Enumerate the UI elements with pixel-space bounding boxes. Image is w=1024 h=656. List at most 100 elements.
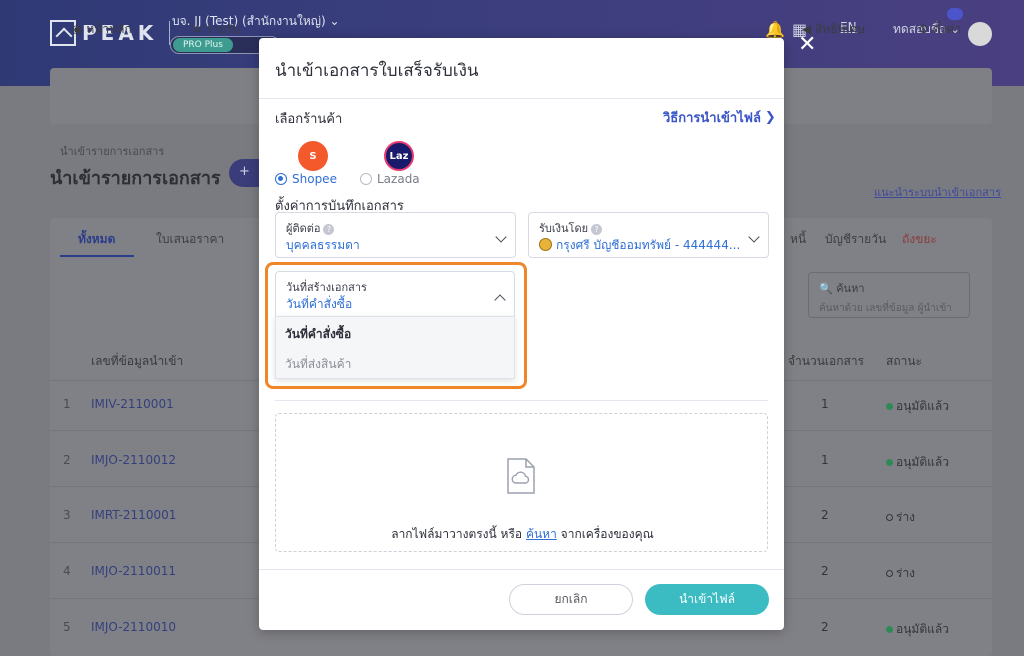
document-date-select[interactable]: วันที่สร้างเอกสาร วันที่คำสั่งซื้อ [275, 271, 515, 317]
status-badge: ร่าง [886, 508, 915, 527]
add-button[interactable]: + [229, 159, 263, 187]
avatar[interactable] [968, 22, 992, 46]
column-doc-no[interactable]: เลขที่ข้อมูลนำเข้า [91, 352, 183, 371]
import-file-button[interactable]: นำเข้าไฟล์ [645, 584, 769, 615]
modal-title: นำเข้าเอกสารใบเสร็จรับเงิน [275, 61, 479, 81]
drop-text-before: ลากไฟล์มาวางตรงนี้ หรือ [391, 527, 523, 541]
notification-badge [947, 8, 963, 20]
row-count: 2 [821, 564, 829, 578]
lazada-logo-icon: Laz [384, 141, 414, 171]
how-to-import-link[interactable]: วิธีการนำเข้าไฟล์ ❯ [663, 107, 776, 128]
status-dot-icon [886, 403, 893, 410]
cloud-file-icon [507, 458, 535, 494]
chevron-down-icon: ⌄ [329, 14, 340, 28]
menu-income[interactable]: ⋮≡ รายรับ [180, 20, 240, 39]
tab-all[interactable]: ทั้งหมด [78, 230, 115, 249]
status-badge: อนุมัติแล้ว [886, 397, 949, 416]
upload-divider [275, 400, 768, 401]
radio-checked-icon [275, 173, 287, 185]
drop-instructions: ลากไฟล์มาวางตรงนี้ หรือ ค้นหา จากเครื่อง… [276, 525, 769, 544]
chevron-right-icon: ❯ [764, 110, 776, 125]
row-doc-link[interactable]: IMJO-2110011 [91, 564, 176, 578]
row-doc-link[interactable]: IMRT-2110001 [91, 508, 176, 522]
menu-home[interactable]: ◉ หน้าหลัก [72, 20, 132, 39]
modal-footer-divider [259, 569, 784, 570]
lazada-radio[interactable]: Lazada [360, 172, 420, 186]
row-count: 2 [821, 508, 829, 522]
row-doc-link[interactable]: IMJO-2110012 [91, 453, 176, 467]
cancel-button[interactable]: ยกเลิก [509, 584, 633, 615]
bank-logo-icon [539, 238, 552, 251]
status-dot-icon [886, 514, 893, 521]
menu-settings-label: ตั้งค่า [932, 22, 962, 36]
receive-field-label: รับเงินโดย? [539, 219, 603, 237]
status-label: ร่าง [896, 566, 916, 580]
receive-by-select[interactable]: รับเงินโดย? กรุงศรี บัญชีออมทรัพย์ - 444… [528, 212, 769, 258]
contact-select[interactable]: ผู้ติดต่อ? บุคคลธรรมดา [275, 212, 516, 258]
shopee-logo-icon: S [298, 141, 328, 171]
chevron-up-icon [494, 294, 506, 306]
tab-debt[interactable]: หนี้ [790, 230, 806, 249]
search-placeholder: ค้นหาด้วย เลขที่ข้อมูล ผู้นำเข้า [819, 303, 952, 314]
menu-income-label: รายรับ [205, 22, 241, 36]
income-icon: ⋮≡ [180, 22, 203, 36]
import-help-link[interactable]: แนะนำระบบนำเข้าเอกสาร [874, 183, 1001, 201]
menu-settings[interactable]: ⚙ ตั้งค่า [918, 20, 961, 39]
status-dot-icon [886, 459, 893, 466]
active-tab-indicator [60, 255, 134, 257]
close-icon[interactable]: ✕ [798, 34, 816, 56]
row-count: 1 [821, 453, 829, 467]
row-doc-link[interactable]: IMIV-2110001 [91, 397, 174, 411]
chevron-down-icon [748, 231, 760, 243]
row-index: 3 [63, 508, 71, 522]
lazada-store[interactable]: Laz [384, 141, 414, 171]
status-dot-icon [886, 570, 893, 577]
store-section-label: เลือกร้านค้า [275, 112, 343, 127]
shopee-store[interactable]: S [298, 141, 328, 171]
status-label: อนุมัติแล้ว [896, 455, 949, 469]
menu-privileges-label: สิทธิพิเศษ [815, 22, 866, 36]
document-date-dropdown: วันที่คำสั่งซื้อ วันที่ส่งสินค้า [275, 316, 515, 379]
shopee-radio[interactable]: Shopee [275, 172, 337, 186]
contact-field-label: ผู้ติดต่อ? [286, 219, 335, 237]
bell-icon[interactable]: 🔔 [765, 20, 785, 39]
status-badge: อนุมัติแล้ว [886, 620, 949, 639]
receive-value: กรุงศรี บัญชีออมทรัพย์ - 444444... [539, 236, 740, 255]
row-index: 4 [63, 564, 71, 578]
status-badge: ร่าง [886, 564, 915, 583]
status-label: อนุมัติแล้ว [896, 622, 949, 636]
shopee-label: Shopee [292, 172, 337, 186]
how-to-import-label: วิธีการนำเข้าไฟล์ [663, 111, 761, 126]
file-drop-zone[interactable]: ลากไฟล์มาวางตรงนี้ หรือ ค้นหา จากเครื่อง… [275, 413, 768, 552]
search-input[interactable]: 🔍 ค้นหา ค้นหาด้วย เลขที่ข้อมูล ผู้นำเข้า [808, 272, 970, 318]
home-icon: ◉ [72, 22, 83, 36]
plan-label: PRO Plus [173, 38, 233, 52]
row-doc-link[interactable]: IMJO-2110010 [91, 620, 176, 634]
help-icon[interactable]: ? [591, 224, 603, 235]
browse-link[interactable]: ค้นหา [526, 527, 557, 541]
row-index: 2 [63, 453, 71, 467]
tab-quotation[interactable]: ใบเสนอราคา [156, 230, 224, 249]
search-icon: 🔍 [819, 282, 833, 295]
document-date-value: วันที่คำสั่งซื้อ [286, 297, 353, 311]
gear-icon: ⚙ [918, 22, 929, 36]
drop-text-after: จากเครื่องของคุณ [560, 527, 654, 541]
option-order-date[interactable]: วันที่คำสั่งซื้อ [285, 325, 351, 344]
tab-trash[interactable]: ถังขยะ [902, 230, 937, 249]
help-icon[interactable]: ? [323, 224, 335, 235]
row-count: 2 [821, 620, 829, 634]
status-label: ร่าง [896, 510, 916, 524]
breadcrumb[interactable]: นำเข้ารายการเอกสาร [60, 142, 164, 160]
contact-label-text: ผู้ติดต่อ [286, 222, 321, 235]
option-ship-date[interactable]: วันที่ส่งสินค้า [285, 355, 351, 374]
receive-label-text: รับเงินโดย [539, 222, 589, 235]
menu-home-label: หน้าหลัก [86, 22, 132, 36]
status-dot-icon [886, 626, 893, 633]
chevron-down-icon [495, 231, 507, 243]
lazada-label: Lazada [377, 172, 420, 186]
tab-daily[interactable]: บัญชีรายวัน [825, 230, 886, 249]
column-status: สถานะ [886, 354, 922, 368]
radio-unchecked-icon [360, 173, 372, 185]
search-label: ค้นหา [836, 282, 865, 295]
page-title: นำเข้ารายการเอกสาร [50, 168, 221, 189]
